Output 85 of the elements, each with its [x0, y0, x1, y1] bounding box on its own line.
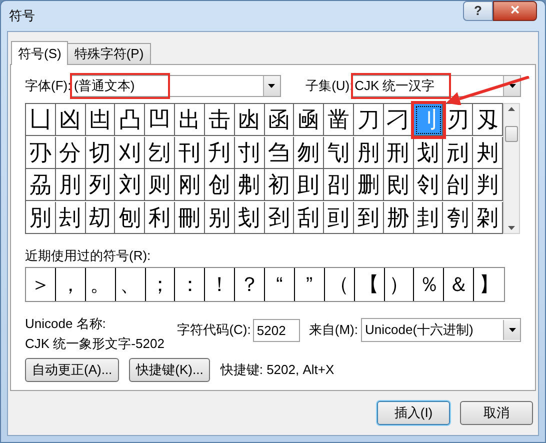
subset-dropdown[interactable]: CJK 统一汉字	[350, 75, 521, 97]
char-code-input[interactable]: 5202	[252, 318, 300, 342]
symbol-cell[interactable]: 刬	[234, 202, 264, 234]
cancel-button[interactable]: 取消	[460, 401, 533, 425]
symbol-cell[interactable]: 刳	[443, 202, 474, 234]
shortcut-key-button[interactable]: 快捷键(K)...	[129, 358, 210, 382]
from-dropdown[interactable]: Unicode(十六进制)	[361, 318, 521, 342]
symbol-cell[interactable]: 刦	[56, 202, 86, 234]
symbol-cell[interactable]: 刀	[354, 104, 384, 136]
symbol-cell[interactable]: 刐	[354, 136, 384, 168]
symbol-cell[interactable]: 刈	[115, 136, 146, 168]
symbol-cell[interactable]: 凶	[56, 104, 86, 136]
symbol-cell[interactable]: 切	[86, 136, 116, 168]
symbol-cell[interactable]: 刕	[26, 169, 56, 201]
symbol-cell[interactable]: 到	[354, 202, 384, 234]
autocorrect-button[interactable]: 自动更正(A)...	[25, 358, 120, 382]
symbol-cell[interactable]: 刑	[384, 136, 414, 168]
help-button[interactable]: ?	[463, 1, 493, 21]
scroll-up-arrow-icon[interactable]	[508, 107, 515, 111]
section-label: 近期使用过的符号(R):	[25, 247, 151, 264]
field-label: 字符代码(C):	[177, 321, 251, 340]
symbol-cell[interactable]: 凾	[294, 104, 324, 136]
symbol-cell[interactable]: 凹	[145, 104, 176, 136]
window-title: 符号	[9, 7, 36, 26]
symbol-cell[interactable]: 列	[86, 169, 116, 201]
shortcut-text: 快捷键: 5202, Alt+X	[220, 361, 334, 380]
symbol-cell[interactable]: 刌	[234, 136, 264, 168]
scroll-thumb[interactable]	[505, 126, 518, 142]
symbol-cell[interactable]: 函	[264, 104, 294, 136]
symbol-cell[interactable]: 凼	[234, 104, 264, 136]
symbol-cell[interactable]: 凵	[26, 104, 56, 136]
symbol-cell[interactable]: 出	[175, 104, 205, 136]
symbol-cell[interactable]: 刪	[175, 202, 205, 234]
symbol-cell[interactable]: 创	[204, 169, 235, 201]
symbol-cell[interactable]: 删	[354, 169, 384, 201]
symbol-cell[interactable]: 刏	[324, 136, 354, 168]
symbol-cell[interactable]: 刓	[443, 136, 474, 168]
symbol-cell[interactable]: 别	[204, 202, 235, 234]
symbol-cell[interactable]: 刜	[234, 169, 264, 201]
tab[interactable]: 符号(S)	[11, 41, 68, 65]
symbol-cell[interactable]: 利	[145, 202, 176, 234]
field-label: Unicode 名称:	[25, 315, 106, 333]
field-label: 子集(U):	[306, 77, 351, 96]
symbol-cell[interactable]: 刔	[473, 136, 503, 168]
symbol-cell[interactable]: 刎	[294, 136, 324, 168]
field-label: 字体(F):	[25, 77, 70, 96]
recent-symbol[interactable]: 】	[474, 268, 504, 301]
symbol-cell[interactable]: 刊	[175, 136, 205, 168]
tab[interactable]: 特殊字符(P)	[67, 43, 151, 64]
symbol-cell[interactable]: 刱	[384, 202, 414, 234]
symbol-cell[interactable]: 刋	[204, 136, 235, 168]
symbol-cell[interactable]: 刴	[473, 202, 503, 234]
symbol-cell[interactable]: 刢	[414, 169, 444, 201]
symbol-cell[interactable]: 刁	[384, 104, 414, 136]
insert-button[interactable]: 插入(I)	[377, 401, 450, 425]
symbol-cell[interactable]: 凷	[86, 104, 116, 136]
symbol-cell[interactable]: 分	[56, 136, 86, 168]
symbol-cell[interactable]: 刉	[145, 136, 176, 168]
symbol-cell[interactable]: 刣	[443, 169, 474, 201]
scroll-down-arrow-icon[interactable]	[508, 226, 515, 230]
symbol-cell[interactable]: 刖	[56, 169, 86, 201]
symbol-cell[interactable]: 刘	[115, 169, 146, 201]
symbol-cell[interactable]: 则	[145, 169, 176, 201]
symbol-cell[interactable]: 刞	[294, 169, 324, 201]
symbol-cell[interactable]: 刨	[115, 202, 146, 234]
symbol-cell[interactable]: 刟	[324, 169, 354, 201]
symbol-cell[interactable]: 刲	[414, 202, 444, 234]
symbol-cell[interactable]: 刡	[384, 169, 414, 201]
symbol-cell[interactable]: 刚	[175, 169, 205, 201]
font-dropdown[interactable]: (普通文本)	[70, 75, 281, 97]
symbol-cell[interactable]: 凿	[324, 104, 354, 136]
symbol-cell[interactable]: 初	[264, 169, 294, 201]
symbol-cell[interactable]: 別	[26, 202, 56, 234]
symbol-cell[interactable]: 击	[204, 104, 235, 136]
symbol-cell[interactable]: 刯	[324, 202, 354, 234]
unicode-name: CJK 统一象形文字-5202	[25, 335, 164, 353]
field-label: 来自(M):	[308, 321, 358, 340]
symbol-cell[interactable]: 凸	[115, 104, 146, 136]
symbol-cell[interactable]: 刄	[473, 104, 503, 136]
symbol-cell[interactable]: 刮	[294, 202, 324, 234]
symbol-cell[interactable]: 刧	[86, 202, 116, 234]
symbol-cell[interactable]: 刅	[26, 136, 56, 168]
symbol-cell[interactable]: 刭	[264, 202, 294, 234]
symbol-cell[interactable]: 判	[473, 169, 503, 201]
symbol-cell[interactable]: 刍	[264, 136, 294, 168]
